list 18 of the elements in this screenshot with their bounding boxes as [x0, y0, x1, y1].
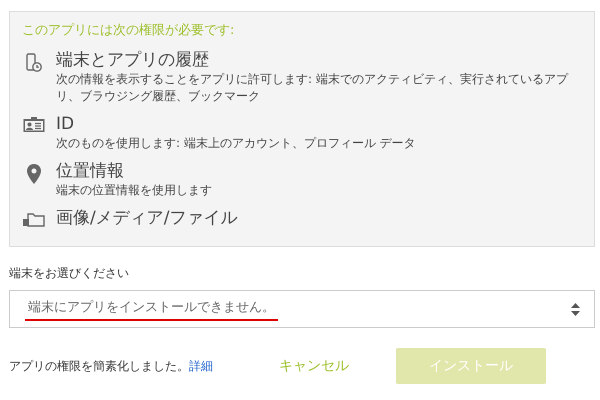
permission-description: 端末の位置情報を使用します: [56, 182, 212, 199]
phone-clock-icon: [26, 53, 42, 73]
permissions-heading: このアプリには次の権限が必要です:: [22, 22, 236, 39]
permission-title: 位置情報: [56, 160, 125, 182]
permission-description: 次のものを使用します: 端末上のアカウント、プロフィール データ: [56, 135, 416, 152]
permission-title: 画像/メディア/ファイル: [56, 207, 238, 229]
select-value: 端末にアプリをインストールできません。: [25, 298, 278, 320]
permission-title: 端末とアプリの履歴: [56, 49, 210, 71]
permission-title: ID: [56, 113, 76, 135]
folder-icon: [23, 211, 45, 227]
permission-description: 次の情報を表示することをアプリに許可します: 端末でのアクティビティ、実行されているアプリ、ブラウジング履歴、ブックマーク: [56, 71, 570, 105]
sort-arrows-icon: [571, 302, 580, 316]
id-card-icon: [23, 117, 45, 133]
details-link[interactable]: 詳細: [189, 358, 213, 372]
device-select[interactable]: 端末にアプリをインストールできません。: [9, 290, 595, 328]
location-pin-icon: [27, 164, 41, 184]
permissions-note: アプリの権限を簡素化しました。詳細: [9, 358, 214, 374]
device-select-label: 端末をお選びください: [9, 265, 130, 282]
